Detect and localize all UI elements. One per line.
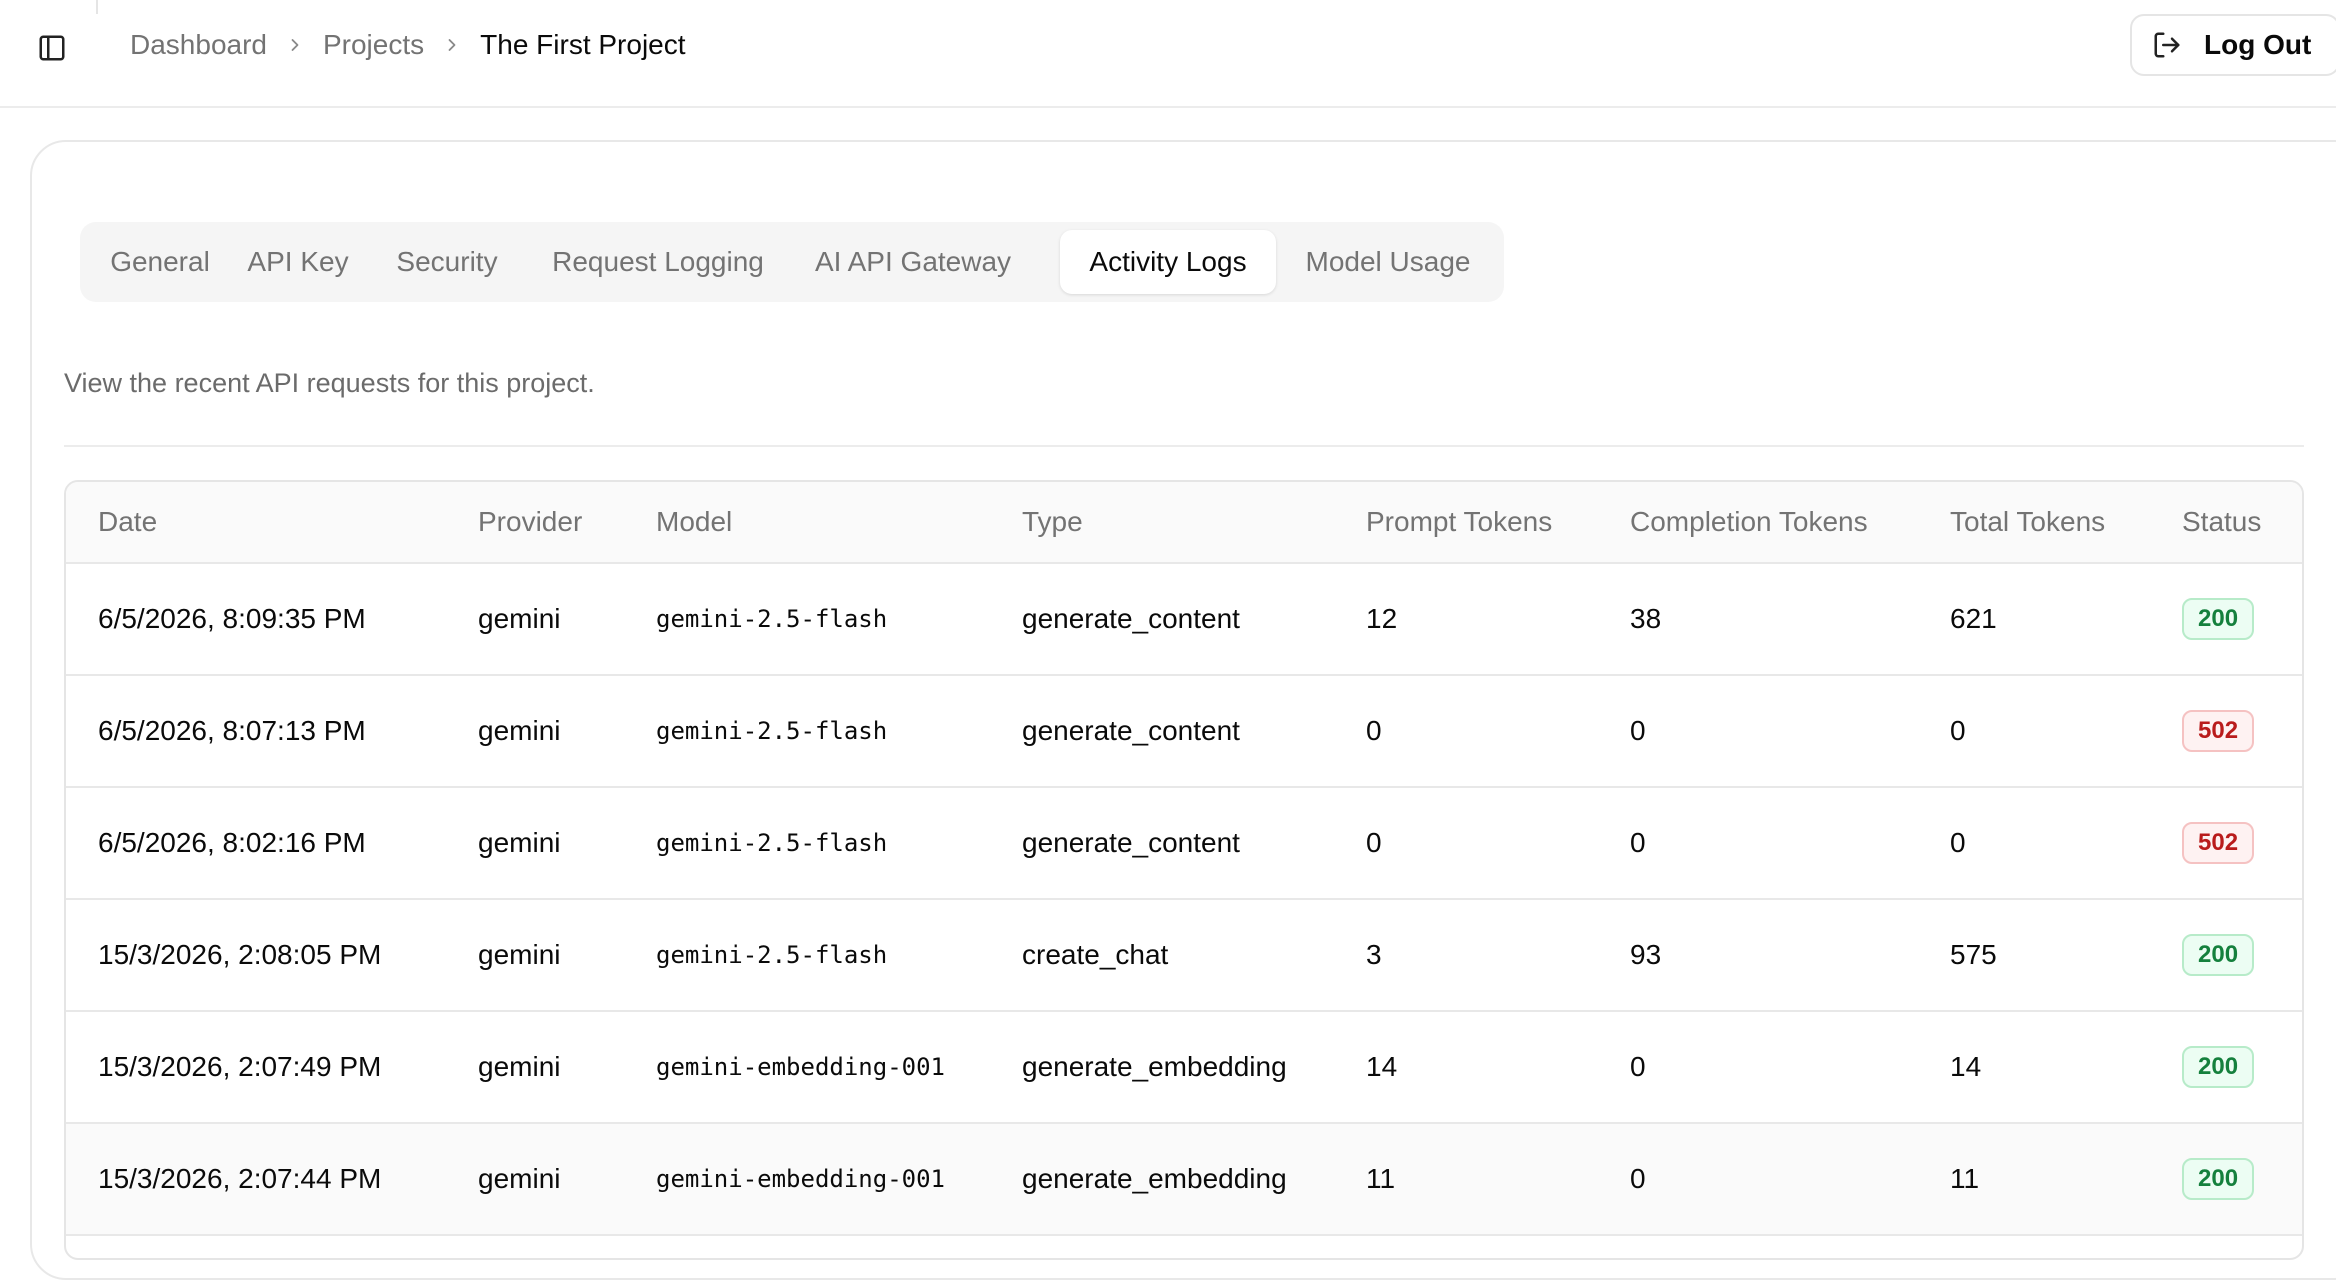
cell-date: 15/3/2026, 2:07:44 PM	[98, 1163, 382, 1194]
cell-status: 502	[2182, 788, 2255, 898]
cell-completion-tokens: 0	[1630, 827, 1646, 858]
tab-model-usage[interactable]: Model Usage	[1290, 230, 1486, 294]
column-header-type[interactable]: Type	[1022, 482, 1083, 562]
column-header-date[interactable]: Date	[98, 482, 157, 562]
cell-status: 200	[2182, 564, 2255, 674]
cell-total-tokens: 0	[1950, 715, 1966, 746]
cell-date: 15/3/2026, 2:07:49 PM	[98, 1051, 382, 1082]
cell-type: generate_content	[1022, 603, 1240, 634]
cell-date: 6/5/2026, 8:02:16 PM	[98, 827, 366, 858]
column-header-prompt-tokens[interactable]: Prompt Tokens	[1366, 482, 1552, 562]
settings-tabs: General API Key Security Request Logging…	[80, 222, 1504, 302]
tab-activity-logs[interactable]: Activity Logs	[1060, 230, 1276, 294]
cell-status: 200	[2182, 1012, 2255, 1122]
cell-completion-tokens: 93	[1630, 939, 1662, 970]
cell-prompt-tokens: 11	[1366, 1163, 1396, 1194]
cell-total-tokens: 14	[1950, 1051, 1982, 1082]
tab-ai-api-gateway[interactable]: AI API Gateway	[796, 230, 1030, 294]
cell-date: 6/5/2026, 8:09:35 PM	[98, 603, 366, 634]
cell-total-tokens: 11	[1950, 1163, 1980, 1194]
cell-prompt-tokens: 14	[1366, 1051, 1398, 1082]
chevron-right-icon	[285, 35, 305, 55]
cell-provider: gemini	[478, 939, 561, 970]
sidebar-toggle-button[interactable]	[30, 26, 74, 70]
cell-prompt-tokens: 0	[1366, 827, 1382, 858]
table-row[interactable]: 15/3/2026, 2:07:49 PM gemini gemini-embe…	[66, 1012, 2302, 1124]
table-row[interactable]: 15/3/2026, 2:07:44 PM gemini gemini-embe…	[66, 1124, 2302, 1236]
breadcrumb-projects[interactable]: Projects	[323, 29, 424, 61]
cell-total-tokens: 621	[1950, 603, 1997, 634]
table-row[interactable]: 15/3/2026, 2:08:05 PM gemini gemini-2.5-…	[66, 900, 2302, 1012]
breadcrumb-dashboard[interactable]: Dashboard	[130, 29, 267, 61]
cell-prompt-tokens: 3	[1366, 939, 1382, 970]
cell-status: 502	[2182, 676, 2255, 786]
cell-type: generate_content	[1022, 827, 1240, 858]
logout-label: Log Out	[2204, 29, 2312, 60]
cell-date: 15/3/2026, 2:08:05 PM	[98, 939, 382, 970]
status-badge: 200	[2182, 1046, 2255, 1088]
cell-completion-tokens: 0	[1630, 1163, 1646, 1194]
section-description: View the recent API requests for this pr…	[64, 368, 595, 398]
cell-model: gemini-2.5-flash	[656, 605, 888, 633]
table-row[interactable]: 6/5/2026, 8:07:13 PM gemini gemini-2.5-f…	[66, 676, 2302, 788]
cell-provider: gemini	[478, 827, 561, 858]
table-row[interactable]: 6/5/2026, 8:02:16 PM gemini gemini-2.5-f…	[66, 788, 2302, 900]
column-header-provider[interactable]: Provider	[478, 482, 582, 562]
status-badge: 200	[2182, 598, 2255, 640]
cell-provider: gemini	[478, 1051, 561, 1082]
cell-model: gemini-2.5-flash	[656, 941, 888, 969]
cell-model: gemini-2.5-flash	[656, 717, 888, 745]
breadcrumb: Dashboard Projects The First Project	[130, 0, 686, 90]
header-divider	[96, 0, 98, 14]
column-header-status[interactable]: Status	[2182, 482, 2261, 562]
column-header-total-tokens[interactable]: Total Tokens	[1950, 482, 2105, 562]
cell-status: 200	[2182, 1124, 2255, 1234]
cell-provider: gemini	[478, 1163, 561, 1194]
tab-api-key[interactable]: API Key	[232, 230, 364, 294]
breadcrumb-current-page: The First Project	[480, 29, 686, 60]
column-header-model[interactable]: Model	[656, 482, 732, 562]
chevron-right-icon	[442, 35, 462, 55]
cell-completion-tokens: 0	[1630, 1051, 1646, 1082]
log-out-icon	[2154, 32, 2180, 58]
cell-model: gemini-2.5-flash	[656, 829, 888, 857]
tab-general[interactable]: General	[96, 230, 224, 294]
column-header-completion-tokens[interactable]: Completion Tokens	[1630, 482, 1868, 562]
panel-left-icon	[39, 35, 65, 61]
table-row[interactable]: 6/5/2026, 8:09:35 PM gemini gemini-2.5-f…	[66, 564, 2302, 676]
cell-completion-tokens: 0	[1630, 715, 1646, 746]
cell-provider: gemini	[478, 603, 561, 634]
status-badge: 200	[2182, 934, 2255, 976]
cell-date: 6/5/2026, 8:07:13 PM	[98, 715, 366, 746]
activity-logs-table: Date Provider Model Type Prompt Tokens C…	[64, 480, 2304, 1260]
table-header-row: Date Provider Model Type Prompt Tokens C…	[66, 482, 2302, 564]
status-badge: 502	[2182, 710, 2255, 752]
cell-total-tokens: 0	[1950, 827, 1966, 858]
cell-type: generate_embedding	[1022, 1051, 1287, 1082]
cell-completion-tokens: 38	[1630, 603, 1662, 634]
cell-model: gemini-embedding-001	[656, 1053, 945, 1081]
status-badge: 502	[2182, 822, 2255, 864]
status-badge: 200	[2182, 1158, 2255, 1200]
section-divider	[64, 445, 2304, 447]
cell-prompt-tokens: 12	[1366, 603, 1398, 634]
tab-security[interactable]: Security	[374, 230, 520, 294]
logout-button[interactable]: Log Out	[2130, 14, 2336, 76]
cell-type: generate_embedding	[1022, 1163, 1287, 1194]
top-header: Dashboard Projects The First Project Log…	[0, 0, 2336, 108]
cell-status: 200	[2182, 900, 2255, 1010]
tab-request-logging[interactable]: Request Logging	[538, 230, 778, 294]
cell-prompt-tokens: 0	[1366, 715, 1382, 746]
cell-model: gemini-embedding-001	[656, 1165, 945, 1193]
cell-type: create_chat	[1022, 939, 1169, 970]
cell-provider: gemini	[478, 715, 561, 746]
cell-type: generate_content	[1022, 715, 1240, 746]
cell-total-tokens: 575	[1950, 939, 1997, 970]
